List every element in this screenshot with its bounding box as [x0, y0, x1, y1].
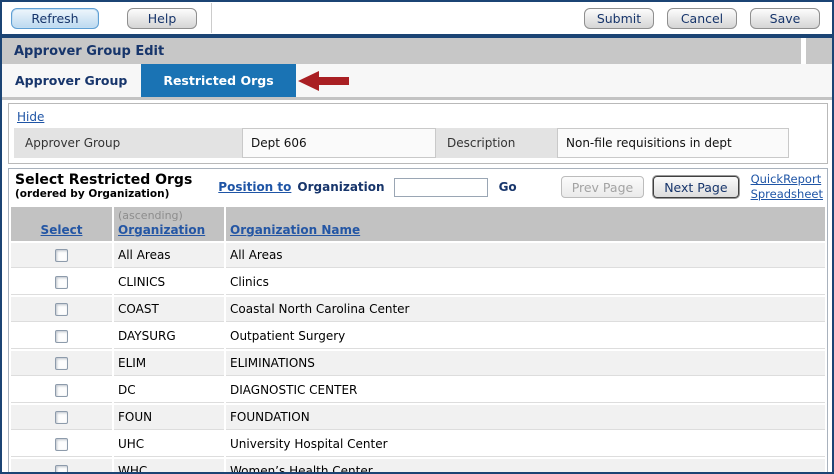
restricted-orgs-table: Select (ascending) Organization Organiza… — [9, 205, 827, 474]
annotation-arrow-wrap — [298, 64, 350, 97]
go-button[interactable]: Go — [499, 180, 517, 194]
table-row: FOUNFOUNDATION — [11, 405, 825, 430]
org-code-cell: CLINICS — [114, 270, 224, 295]
position-to-link[interactable]: Position to — [218, 180, 291, 194]
organization-field-label: Organization — [297, 180, 384, 194]
hide-link[interactable]: Hide — [17, 110, 44, 124]
next-page-button[interactable]: Next Page — [653, 176, 738, 198]
organization-search-input[interactable] — [394, 178, 488, 197]
pager-controls: Prev Page Next Page — [561, 176, 739, 198]
select-cell — [11, 324, 112, 349]
row-checkbox[interactable] — [55, 330, 68, 343]
section-title-block: Select Restricted Orgs (ordered by Organ… — [15, 173, 192, 201]
table-header-row: Select (ascending) Organization Organiza… — [11, 207, 825, 241]
select-cell — [11, 405, 112, 430]
org-name-cell: Outpatient Surgery — [226, 324, 825, 349]
org-name-cell: ELIMINATIONS — [226, 351, 825, 376]
approver-group-edit-window: Refresh Help Submit Cancel Save Approver… — [0, 0, 834, 474]
select-column-header: Select — [11, 207, 112, 241]
position-to-group: Position to Organization Go — [218, 178, 516, 197]
report-links: QuickReport Spreadsheet — [751, 172, 823, 202]
org-code-cell: COAST — [114, 297, 224, 322]
select-cell — [11, 297, 112, 322]
row-checkbox[interactable] — [55, 303, 68, 316]
title-band-cap — [806, 38, 832, 64]
approver-group-label: Approver Group — [14, 128, 242, 158]
save-button[interactable]: Save — [750, 8, 820, 29]
row-checkbox[interactable] — [55, 276, 68, 289]
prev-page-button[interactable]: Prev Page — [561, 176, 645, 198]
row-checkbox[interactable] — [55, 357, 68, 370]
org-code-cell: UHC — [114, 432, 224, 457]
org-table-body: All AreasAll AreasCLINICSClinicsCOASTCoa… — [11, 243, 825, 474]
org-name-cell: Women’s Health Center — [226, 459, 825, 474]
organization-column-header: (ascending) Organization — [114, 207, 224, 241]
top-toolbar: Refresh Help Submit Cancel Save — [2, 2, 832, 34]
row-checkbox[interactable] — [55, 384, 68, 397]
submit-button[interactable]: Submit — [584, 8, 654, 29]
help-button[interactable]: Help — [127, 8, 197, 29]
tab-restricted-orgs[interactable]: Restricted Orgs — [141, 64, 295, 97]
table-row: ELIMELIMINATIONS — [11, 351, 825, 376]
org-code-cell: WHC — [114, 459, 224, 474]
select-cell — [11, 378, 112, 403]
org-name-cell: FOUNDATION — [226, 405, 825, 430]
org-code-cell: All Areas — [114, 243, 224, 268]
description-label: Description — [436, 128, 557, 158]
select-cell — [11, 459, 112, 474]
section-header: Select Restricted Orgs (ordered by Organ… — [9, 169, 827, 205]
row-checkbox[interactable] — [55, 411, 68, 424]
row-checkbox[interactable] — [55, 465, 68, 474]
select-cell — [11, 432, 112, 457]
section-subtitle: (ordered by Organization) — [15, 187, 192, 201]
table-row: DAYSURGOutpatient Surgery — [11, 324, 825, 349]
org-code-cell: FOUN — [114, 405, 224, 430]
org-name-cell: DIAGNOSTIC CENTER — [226, 378, 825, 403]
toolbar-action-group: Submit Cancel Save — [584, 8, 820, 29]
section-title: Select Restricted Orgs — [15, 173, 192, 187]
table-row: COASTCoastal North Carolina Center — [11, 297, 825, 322]
select-cell — [11, 243, 112, 268]
row-checkbox[interactable] — [55, 438, 68, 451]
table-row: UHCUniversity Hospital Center — [11, 432, 825, 457]
title-band: Approver Group Edit — [2, 38, 832, 64]
toolbar-divider — [211, 3, 212, 33]
org-code-cell: ELIM — [114, 351, 224, 376]
table-row: All AreasAll Areas — [11, 243, 825, 268]
header-field-row: Approver Group Dept 606 Description Non-… — [14, 128, 822, 158]
row-checkbox[interactable] — [55, 249, 68, 262]
organization-name-column-header: Organization Name — [226, 207, 825, 241]
organization-sort-link[interactable]: Organization — [118, 223, 205, 237]
tab-strip: Approver Group Restricted Orgs — [2, 64, 832, 100]
org-name-cell: Coastal North Carolina Center — [226, 297, 825, 322]
description-value: Non-file requisitions in dept — [557, 128, 789, 158]
org-code-cell: DC — [114, 378, 224, 403]
header-form-panel: Hide Approver Group Dept 606 Description… — [8, 103, 828, 164]
select-cell — [11, 351, 112, 376]
org-name-cell: Clinics — [226, 270, 825, 295]
approver-group-value: Dept 606 — [242, 128, 436, 158]
cancel-button[interactable]: Cancel — [667, 8, 737, 29]
ascending-indicator: (ascending) — [118, 209, 220, 222]
table-row: DCDIAGNOSTIC CENTER — [11, 378, 825, 403]
org-code-cell: DAYSURG — [114, 324, 224, 349]
org-name-cell: University Hospital Center — [226, 432, 825, 457]
quickreport-link[interactable]: QuickReport — [751, 172, 823, 187]
refresh-button[interactable]: Refresh — [11, 8, 99, 29]
page-title: Approver Group Edit — [2, 38, 801, 64]
select-sort-link[interactable]: Select — [41, 223, 83, 237]
org-name-cell: All Areas — [226, 243, 825, 268]
table-row: WHCWomen’s Health Center — [11, 459, 825, 474]
spreadsheet-link[interactable]: Spreadsheet — [751, 187, 823, 202]
red-arrow-icon — [298, 70, 350, 92]
restricted-orgs-section: Select Restricted Orgs (ordered by Organ… — [8, 168, 828, 474]
organization-name-sort-link[interactable]: Organization Name — [230, 223, 360, 237]
tab-approver-group[interactable]: Approver Group — [2, 64, 141, 97]
select-cell — [11, 270, 112, 295]
table-row: CLINICSClinics — [11, 270, 825, 295]
